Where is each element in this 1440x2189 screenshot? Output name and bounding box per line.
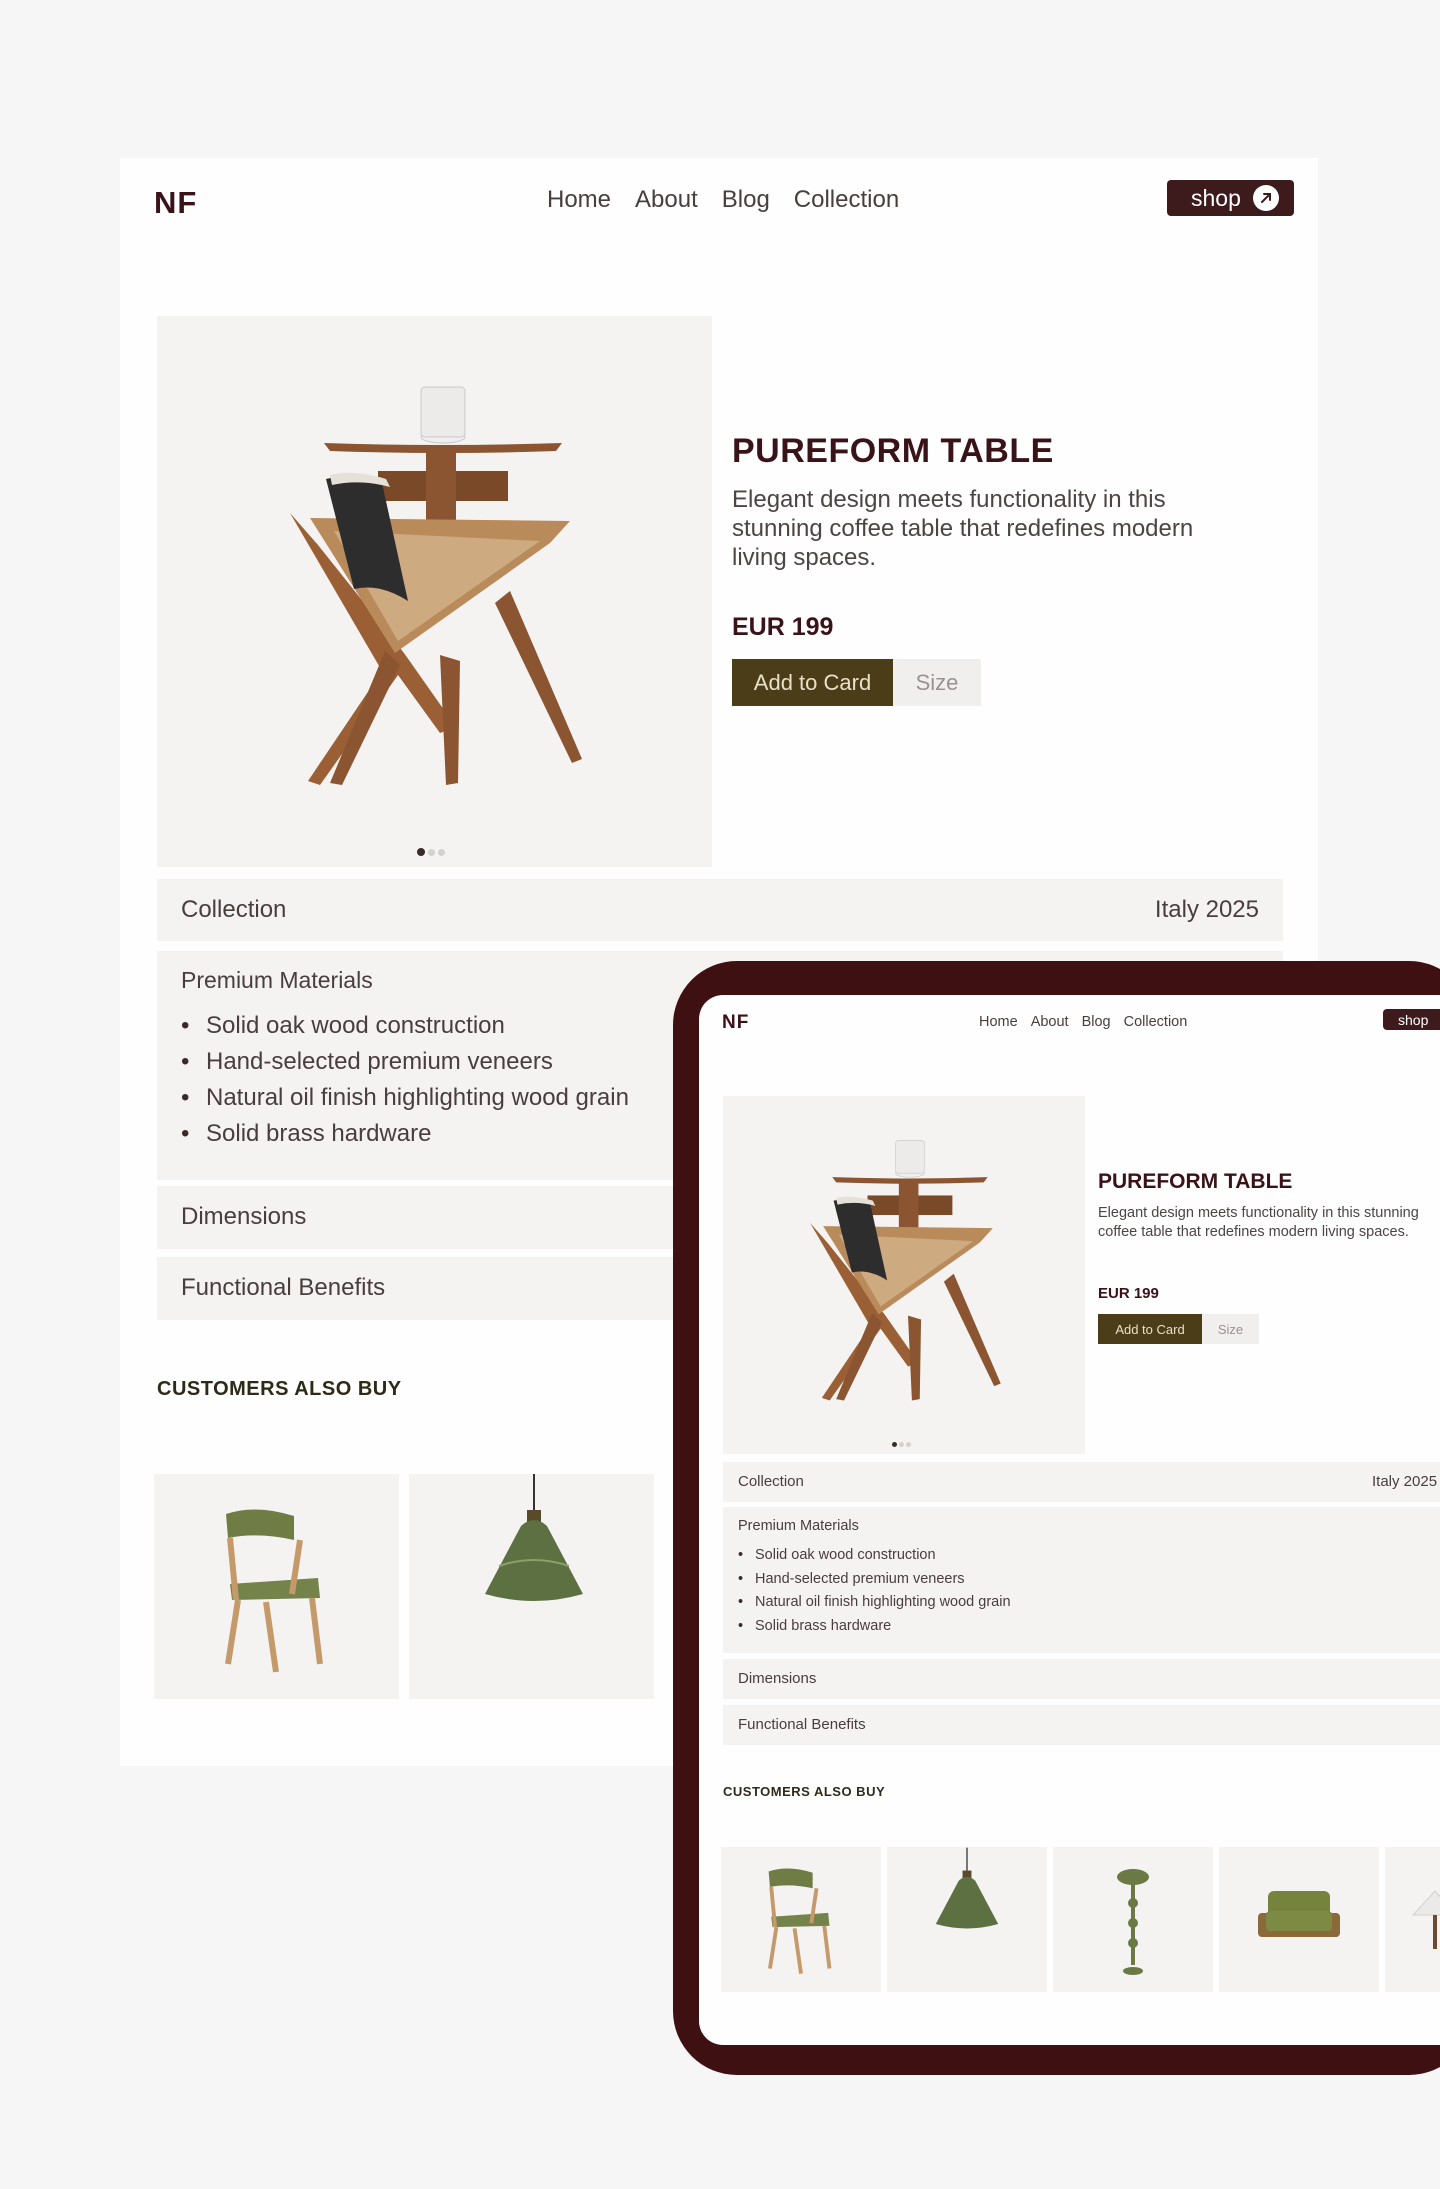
also-buy-title: CUSTOMERS ALSO BUY: [723, 1784, 886, 1799]
green-chair-icon: [768, 1868, 832, 1974]
benefits-row[interactable]: Functional Benefits: [723, 1705, 1440, 1745]
materials-label: Premium Materials: [738, 1518, 859, 1534]
shop-button-label: shop: [1398, 1011, 1429, 1028]
size-button[interactable]: Size: [1202, 1314, 1259, 1344]
materials-panel[interactable]: Premium Materials Solid oak wood constru…: [723, 1507, 1440, 1653]
also-buy-card[interactable]: [1219, 1847, 1379, 1992]
material-item: Solid oak wood construction: [738, 1544, 1011, 1568]
materials-list: Solid oak wood construction Hand-selecte…: [738, 1544, 1011, 1638]
also-buy-card[interactable]: [721, 1847, 881, 1992]
also-buy-title: CUSTOMERS ALSO BUY: [157, 1378, 402, 1400]
product-price: EUR 199: [732, 613, 834, 641]
also-buy-card[interactable]: [887, 1847, 1047, 1992]
nav-home[interactable]: Home: [979, 1014, 1018, 1030]
nav-blog[interactable]: Blog: [722, 186, 770, 214]
material-item: Solid oak wood construction: [181, 1008, 629, 1044]
nav-blog[interactable]: Blog: [1082, 1014, 1111, 1030]
carousel-dot-active[interactable]: [417, 848, 425, 856]
benefits-label: Functional Benefits: [181, 1274, 386, 1301]
material-item: Solid brass hardware: [738, 1615, 1011, 1639]
side-table-illustration: [810, 1140, 1001, 1401]
material-item: Natural oil finish highlighting wood gra…: [181, 1080, 629, 1116]
nav-about[interactable]: About: [1031, 1014, 1069, 1030]
material-item: Natural oil finish highlighting wood gra…: [738, 1591, 1011, 1615]
tablet-mockup: NF Home About Blog Collection shop PUREF…: [673, 961, 1440, 2075]
main-nav: Home About Blog Collection: [547, 186, 899, 214]
collection-label: Collection: [738, 1473, 804, 1490]
collection-label: Collection: [181, 896, 287, 923]
also-buy-card[interactable]: [1385, 1847, 1440, 1992]
nav-about[interactable]: About: [635, 186, 698, 214]
material-item: Hand-selected premium veneers: [181, 1044, 629, 1080]
material-item: Hand-selected premium veneers: [738, 1568, 1011, 1592]
shop-button-label: shop: [1191, 184, 1241, 211]
also-buy-card[interactable]: [1053, 1847, 1213, 1992]
collection-row[interactable]: Collection Italy 2025: [157, 879, 1283, 941]
collection-value: Italy 2025: [1372, 1473, 1438, 1490]
nav-collection[interactable]: Collection: [1124, 1014, 1188, 1030]
product-title: PUREFORM TABLE: [1098, 1170, 1293, 1193]
product-image-frame: [723, 1096, 1085, 1454]
green-chair-icon: [225, 1509, 323, 1673]
carousel-dot[interactable]: [428, 849, 435, 856]
brand-logo[interactable]: NF: [154, 185, 197, 221]
also-buy-card[interactable]: [409, 1474, 654, 1699]
carousel-dot[interactable]: [438, 849, 445, 856]
nav-collection[interactable]: Collection: [794, 186, 899, 214]
collection-row[interactable]: Collection Italy 2025: [723, 1462, 1440, 1502]
material-item: Solid brass hardware: [181, 1116, 629, 1152]
side-table-illustration: [290, 386, 582, 785]
shop-button[interactable]: shop: [1383, 1009, 1440, 1030]
main-nav: Home About Blog Collection: [979, 1014, 1187, 1030]
brand-logo[interactable]: NF: [722, 1012, 749, 1034]
product-description: Elegant design meets functionality in th…: [1098, 1205, 1419, 1240]
benefits-label: Functional Benefits: [738, 1716, 866, 1733]
arrow-up-right-icon: [1252, 185, 1279, 211]
dimensions-label: Dimensions: [738, 1670, 817, 1687]
product-price: EUR 199: [1098, 1285, 1159, 1302]
shop-button[interactable]: shop: [1167, 180, 1294, 216]
floor-lamp-icon: [1117, 1869, 1149, 1975]
product-description: Elegant design meets functionality in th…: [732, 486, 1194, 571]
carousel-dot-active[interactable]: [892, 1442, 897, 1447]
carousel-dot[interactable]: [899, 1442, 904, 1447]
product-title: PUREFORM TABLE: [732, 432, 1054, 470]
collection-value: Italy 2025: [1154, 896, 1259, 923]
size-button[interactable]: Size: [893, 659, 981, 706]
pendant-lamp-icon: [935, 1847, 999, 1929]
lounge-armchair-icon: [1258, 1891, 1340, 1937]
pendant-lamp-icon: [485, 1474, 583, 1601]
dimensions-label: Dimensions: [181, 1203, 307, 1230]
add-to-cart-button[interactable]: Add to Card: [1098, 1314, 1202, 1344]
dimensions-row[interactable]: Dimensions: [723, 1659, 1440, 1699]
table-lamp-icon: [1411, 1890, 1440, 1949]
also-buy-card[interactable]: [154, 1474, 399, 1699]
tablet-screen: NF Home About Blog Collection shop PUREF…: [699, 995, 1440, 2045]
add-to-cart-button[interactable]: Add to Card: [732, 659, 893, 706]
nav-home[interactable]: Home: [547, 186, 611, 214]
product-image-frame: [157, 316, 712, 867]
materials-label: Premium Materials: [181, 967, 373, 993]
materials-list: Solid oak wood construction Hand-selecte…: [181, 1008, 629, 1152]
carousel-dot[interactable]: [906, 1442, 911, 1447]
